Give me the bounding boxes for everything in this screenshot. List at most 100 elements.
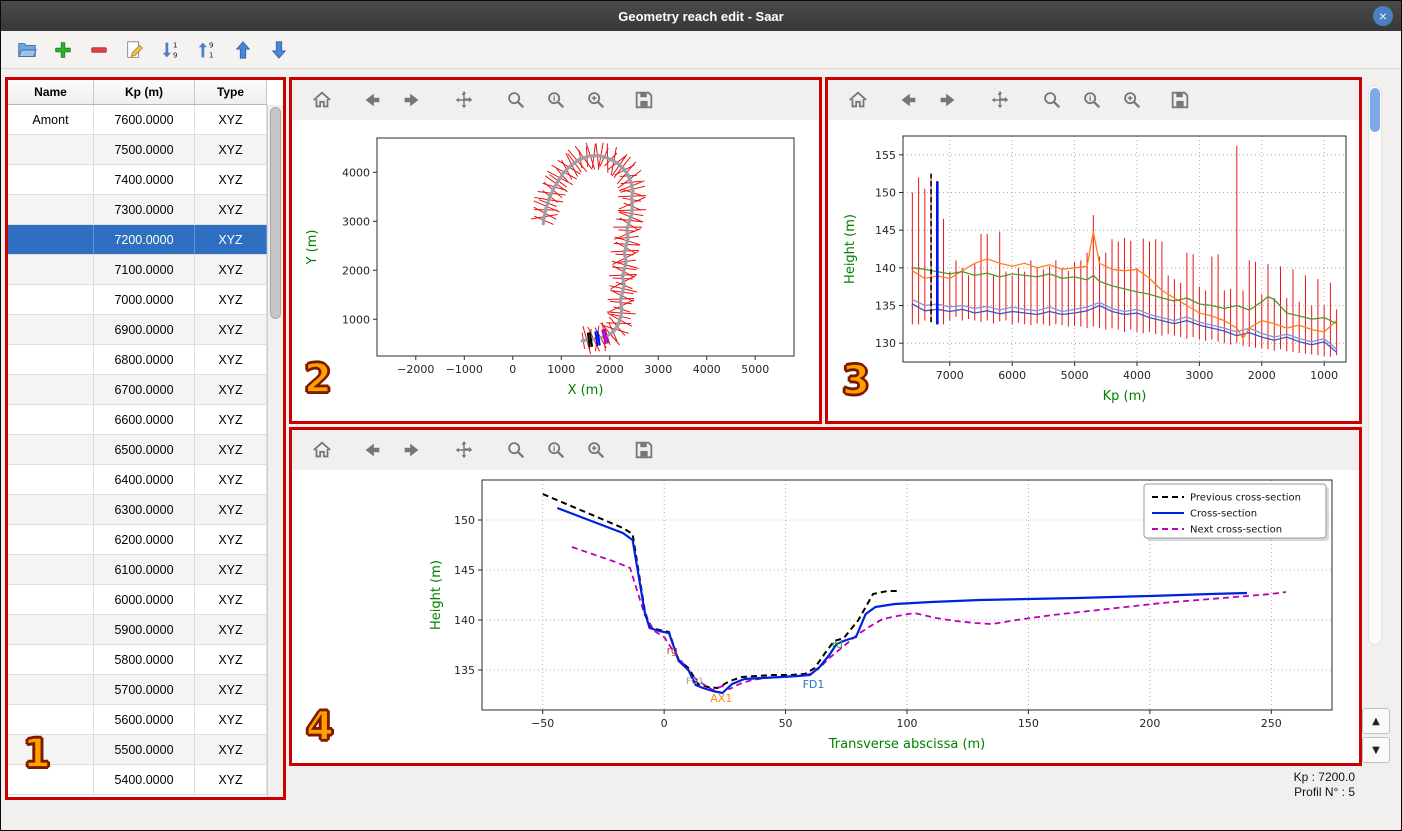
column-header-name[interactable]: Name [8, 80, 94, 104]
edit-parameters-icon [588, 92, 605, 109]
kp-cell: 7500.0000 [94, 135, 195, 164]
move-down-button[interactable] [265, 36, 293, 64]
table-row[interactable]: 7200.0000 XYZ [8, 225, 267, 255]
sort-descending-button[interactable]: 19 [157, 36, 185, 64]
forward-icon [404, 93, 419, 107]
titlebar[interactable]: Geometry reach edit - Saar × [1, 1, 1401, 31]
svg-text:135: 135 [875, 300, 896, 313]
close-button[interactable]: × [1373, 6, 1393, 26]
table-row[interactable]: 7100.0000 XYZ [8, 255, 267, 285]
kp-cell: 6600.0000 [94, 405, 195, 434]
window-scrollbar[interactable] [1368, 85, 1382, 645]
table-row[interactable]: 7300.0000 XYZ [8, 195, 267, 225]
table-row[interactable]: 7000.0000 XYZ [8, 285, 267, 315]
column-header-type[interactable]: Type [195, 80, 267, 104]
svg-text:150: 150 [1018, 717, 1039, 730]
remove-row-button[interactable] [85, 36, 113, 64]
save-button[interactable] [630, 86, 658, 114]
type-cell: XYZ [195, 315, 267, 344]
kp-cell: 6900.0000 [94, 315, 195, 344]
type-cell: XYZ [195, 645, 267, 674]
table-row[interactable]: 6200.0000 XYZ [8, 525, 267, 555]
add-row-button[interactable] [49, 36, 77, 64]
table-scrollbar-thumb[interactable] [270, 107, 281, 319]
table-row[interactable]: 7400.0000 XYZ [8, 165, 267, 195]
forward-button[interactable] [934, 86, 962, 114]
table-row[interactable]: Amont 7600.0000 XYZ [8, 105, 267, 135]
profile-figure[interactable]: 7000 6000 5000 4000 3000 2000 1000 130 135 140 145… [828, 120, 1359, 421]
table-row[interactable]: 6700.0000 XYZ [8, 375, 267, 405]
home-icon [849, 91, 867, 108]
table-scrollbar[interactable] [267, 105, 283, 797]
open-file-button[interactable] [13, 36, 41, 64]
svg-text:150: 150 [454, 514, 475, 527]
kp-cell: 7000.0000 [94, 285, 195, 314]
configure-subplots-button[interactable]: i [542, 436, 570, 464]
cross-section-figure[interactable]: rg rd FD1 AX1 FG1 Previous cross-section Cross… [292, 470, 1359, 763]
table-row[interactable]: 6500.0000 XYZ [8, 435, 267, 465]
configure-subplots-button[interactable]: i [542, 86, 570, 114]
table-row[interactable]: 6000.0000 XYZ [8, 585, 267, 615]
zoom-button[interactable] [1038, 86, 1066, 114]
table-row[interactable]: 7500.0000 XYZ [8, 135, 267, 165]
home-button[interactable] [844, 86, 872, 114]
edit-parameters-button[interactable] [1118, 86, 1146, 114]
table-row[interactable]: 6400.0000 XYZ [8, 465, 267, 495]
configure-subplots-button[interactable]: i [1078, 86, 1106, 114]
edit-parameters-button[interactable] [582, 86, 610, 114]
edit-parameters-button[interactable] [582, 436, 610, 464]
table-row[interactable]: 6800.0000 XYZ [8, 345, 267, 375]
forward-button[interactable] [398, 436, 426, 464]
kp-cell: 6500.0000 [94, 435, 195, 464]
name-cell [8, 705, 94, 734]
table-row[interactable]: 6900.0000 XYZ [8, 315, 267, 345]
table-row[interactable]: 6100.0000 XYZ [8, 555, 267, 585]
column-header-kp[interactable]: Kp (m) [94, 80, 195, 104]
kp-cell: 5600.0000 [94, 705, 195, 734]
zoom-button[interactable] [502, 86, 530, 114]
svg-text:Kp (m): Kp (m) [1103, 389, 1147, 404]
table-row[interactable]: 6600.0000 XYZ [8, 405, 267, 435]
pan-button[interactable] [450, 436, 478, 464]
name-cell [8, 765, 94, 794]
kp-cell: 5400.0000 [94, 765, 195, 794]
back-button[interactable] [894, 86, 922, 114]
type-cell: XYZ [195, 135, 267, 164]
edit-row-button[interactable] [121, 36, 149, 64]
pan-button[interactable] [986, 86, 1014, 114]
cross-section-chart[interactable]: rg rd FD1 AX1 FG1 Previous cross-section Cross… [292, 470, 1359, 763]
name-cell [8, 675, 94, 704]
save-button[interactable] [630, 436, 658, 464]
profile-down-button[interactable]: ▼ [1362, 737, 1390, 763]
table-row[interactable]: 5700.0000 XYZ [8, 675, 267, 705]
table-row[interactable]: 6300.0000 XYZ [8, 495, 267, 525]
home-button[interactable] [308, 436, 336, 464]
move-up-button[interactable] [229, 36, 257, 64]
plan-figure[interactable]: −2000 −1000 0 1000 2000 3000 4000 5000 1000 2000 3… [292, 120, 819, 421]
svg-text:1000: 1000 [342, 313, 370, 326]
type-cell: XYZ [195, 705, 267, 734]
pan-button[interactable] [450, 86, 478, 114]
home-button[interactable] [308, 86, 336, 114]
forward-button[interactable] [398, 86, 426, 114]
zoom-button[interactable] [502, 436, 530, 464]
plan-chart[interactable]: −2000 −1000 0 1000 2000 3000 4000 5000 1000 2000 3… [292, 120, 819, 421]
back-button[interactable] [358, 86, 386, 114]
svg-text:rg: rg [667, 644, 678, 657]
window-scrollbar-thumb[interactable] [1370, 88, 1380, 132]
type-cell: XYZ [195, 285, 267, 314]
profile-up-button[interactable]: ▲ [1362, 708, 1390, 734]
cross-section-plot-toolbar: i [292, 430, 1359, 470]
status-kp: Kp : 7200.0 [1293, 770, 1355, 784]
profile-chart[interactable]: 7000 6000 5000 4000 3000 2000 1000 130 135 140 145… [828, 120, 1359, 421]
sort-ascending-button[interactable]: 91 [193, 36, 221, 64]
annotation-1: 1 [22, 730, 52, 778]
svg-text:140: 140 [454, 614, 475, 627]
annotation-2: 2 [303, 355, 333, 403]
table-row[interactable]: 5800.0000 XYZ [8, 645, 267, 675]
status-profil: Profil N° : 5 [1294, 785, 1355, 799]
back-button[interactable] [358, 436, 386, 464]
save-button[interactable] [1166, 86, 1194, 114]
svg-text:2000: 2000 [596, 363, 624, 376]
table-row[interactable]: 5900.0000 XYZ [8, 615, 267, 645]
